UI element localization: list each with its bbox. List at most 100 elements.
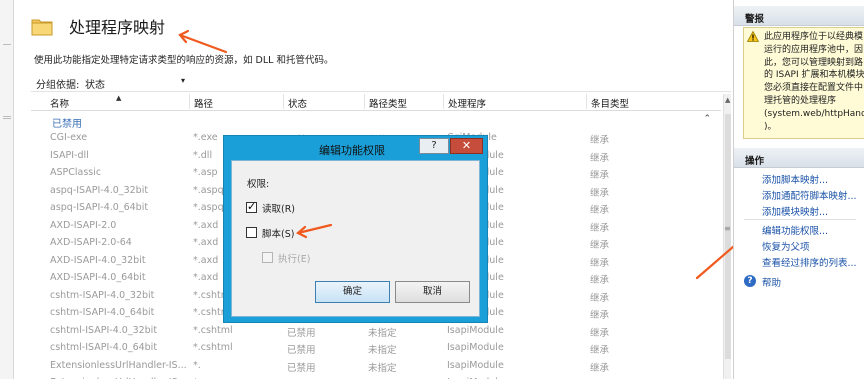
row-entry-type: 继承 — [590, 170, 610, 181]
alerts-header: 警报 — [734, 6, 864, 26]
group-label: 已禁用 — [52, 119, 82, 130]
read-label[interactable]: 读取(R) — [262, 201, 295, 215]
page-description: 使用此功能指定处理特定请求类型的响应的资源，如 DLL 和托管代码。 — [34, 55, 334, 66]
revert-to-parent-link[interactable]: 恢复为父项 — [762, 239, 810, 253]
row-name: AXD-ISAPI-4.0_64bit — [50, 272, 146, 283]
read-checkbox[interactable] — [246, 200, 257, 213]
row-state: 已禁用 — [287, 327, 316, 339]
table-row[interactable]: cshtml-ISAPI-4.0_32bit *.cshtml 已禁用 未指定 Isap… — [31, 322, 721, 340]
row-entry-type: 继承 — [590, 135, 610, 146]
view-ordered-list-link[interactable]: 查看经过排序的列表... — [762, 255, 857, 269]
row-name: ISAPI-dll — [50, 149, 89, 161]
row-name: aspq-ISAPI-4.0_64bit — [50, 202, 149, 213]
close-button[interactable]: ✕ — [450, 138, 483, 154]
scroll-up-icon[interactable]: ▲ — [725, 96, 730, 104]
row-entry-type: 继承 — [590, 257, 610, 269]
row-entry-type: 继承 — [590, 240, 610, 251]
row-entry-type: 继承 — [590, 222, 610, 234]
strip-tick — [3, 116, 11, 117]
column-header-state[interactable]: 状态 — [283, 94, 307, 110]
dropdown-arrow-icon[interactable]: ▾ — [181, 76, 185, 85]
table-row[interactable]: ExtensionlessUrlHandler-IS...*.已禁用未指定Isa… — [31, 374, 721, 379]
table-header: 名称 ▲ 路径 状态 路径类型 处理程序 条目类型 — [31, 94, 721, 111]
row-entry-type: 继承 — [590, 345, 610, 356]
row-name: cshtm-ISAPI-4.0_64bit — [50, 307, 155, 318]
row-name: ExtensionlessUrlHandler-IS... — [50, 359, 187, 371]
row-name: AXD-ISAPI-2.0-64 — [50, 237, 132, 248]
group-by-bar: 分组依据: 状态 ▾ — [31, 72, 731, 92]
row-name: cshtml-ISAPI-4.0_64bit — [50, 342, 158, 353]
edit-feature-permissions-dialog: 编辑功能权限 ? ✕ 权限: 读取(R) 脚本(S) 执行(E) 确定 取消 — [223, 135, 488, 323]
row-path: *. — [193, 359, 201, 371]
row-handler: IsapiModule — [447, 342, 504, 353]
scroll-grip-icon: ≡ — [724, 224, 731, 233]
table-scrollbar[interactable]: ▲ ≡ — [723, 94, 731, 379]
row-handler: IsapiModule — [447, 324, 504, 336]
table-row[interactable]: cshtml-ISAPI-4.0_64bit *.cshtml 已禁用 未指定 Isap… — [31, 339, 721, 357]
left-scroll-strip — [0, 0, 14, 379]
cancel-button[interactable]: 取消 — [395, 281, 470, 303]
row-name: ASPClassic — [50, 167, 102, 178]
table-row[interactable]: ExtensionlessUrlHandler-IS...*.已禁用未指定Isa… — [31, 357, 721, 375]
execute-checkbox — [262, 252, 273, 263]
column-header-name[interactable]: 名称 — [50, 96, 69, 110]
collapse-chevron-icon[interactable]: ⌃ — [703, 114, 711, 124]
row-handler: IsapiModule — [447, 359, 504, 371]
row-entry-type: 继承 — [590, 292, 610, 304]
page-title: 处理程序映射 — [69, 18, 166, 37]
row-name: AXD-ISAPI-2.0 — [50, 219, 117, 231]
row-path: *.cshtml — [193, 342, 233, 353]
row-path-type: 未指定 — [368, 345, 397, 356]
dialog-titlebar[interactable]: 编辑功能权限 ? ✕ — [224, 136, 487, 162]
alerts-title: 警报 — [745, 14, 765, 25]
strip-tick — [3, 118, 11, 119]
strip-tick — [3, 44, 11, 45]
row-state: 已禁用 — [287, 362, 316, 374]
script-label[interactable]: 脚本(S) — [262, 226, 294, 240]
row-path-type: 未指定 — [368, 327, 397, 339]
row-name: aspq-ISAPI-4.0_32bit — [50, 184, 149, 196]
row-name: cshtm-ISAPI-4.0_32bit — [50, 289, 155, 301]
actions-pane: 警报 此应用程序位于以经典模 运行的应用程序池中，因 此，您可以管理映射到路 的… — [733, 0, 864, 379]
group-by-label: 分组依据: — [36, 80, 80, 91]
add-module-map-link[interactable]: 添加模块映射... — [762, 204, 828, 218]
row-entry-type: 继承 — [590, 152, 610, 164]
ok-button[interactable]: 确定 — [315, 281, 390, 303]
row-entry-type: 继承 — [590, 310, 610, 321]
row-path: *.cshtml — [193, 324, 233, 336]
column-header-handler[interactable]: 处理程序 — [443, 94, 486, 110]
group-header-disabled[interactable]: 已禁用 ⌃ — [31, 112, 721, 130]
row-state: 已禁用 — [287, 345, 316, 356]
dialog-title: 编辑功能权限 — [319, 144, 385, 157]
add-wildcard-script-map-link[interactable]: 添加通配符脚本映射... — [762, 188, 857, 202]
group-by-select[interactable]: 状态 — [85, 76, 105, 91]
row-entry-type: 继承 — [590, 205, 610, 216]
add-script-map-link[interactable]: 添加脚本映射... — [762, 172, 828, 186]
scroll-thumb[interactable] — [725, 114, 731, 359]
help-link[interactable]: 帮助 — [762, 275, 781, 289]
actions-title: 操作 — [745, 156, 765, 167]
sort-ascending-icon: ▲ — [116, 94, 122, 102]
row-entry-type: 继承 — [590, 327, 610, 339]
dialog-body: 权限: 读取(R) 脚本(S) 执行(E) 确定 取消 — [231, 160, 480, 317]
script-checkbox[interactable] — [246, 227, 257, 238]
alert-box: 此应用程序位于以经典模 运行的应用程序池中，因 此，您可以管理映射到路 的 IS… — [743, 27, 864, 139]
execute-label: 执行(E) — [278, 254, 311, 265]
row-entry-type: 继承 — [590, 187, 610, 199]
permissions-label: 权限: — [247, 179, 270, 190]
help-icon[interactable]: ? — [744, 275, 756, 287]
edit-feature-permissions-link[interactable]: 编辑功能权限... — [762, 223, 828, 237]
row-entry-type: 继承 — [590, 275, 610, 286]
column-header-path-type[interactable]: 路径类型 — [364, 94, 407, 110]
divider — [744, 219, 856, 220]
warning-icon — [747, 31, 759, 42]
help-button[interactable]: ? — [419, 138, 449, 154]
actions-header: 操作 — [734, 148, 864, 168]
folder-icon — [31, 19, 53, 36]
row-name: CGI-exe — [50, 132, 88, 143]
row-name: cshtml-ISAPI-4.0_32bit — [50, 324, 158, 336]
row-entry-type: 继承 — [590, 362, 610, 374]
column-header-entry-type[interactable]: 条目类型 — [586, 94, 629, 110]
column-header-path[interactable]: 路径 — [189, 94, 213, 110]
alert-text: 此应用程序位于以经典模 运行的应用程序池中，因 此，您可以管理映射到路 的 IS… — [764, 32, 864, 132]
